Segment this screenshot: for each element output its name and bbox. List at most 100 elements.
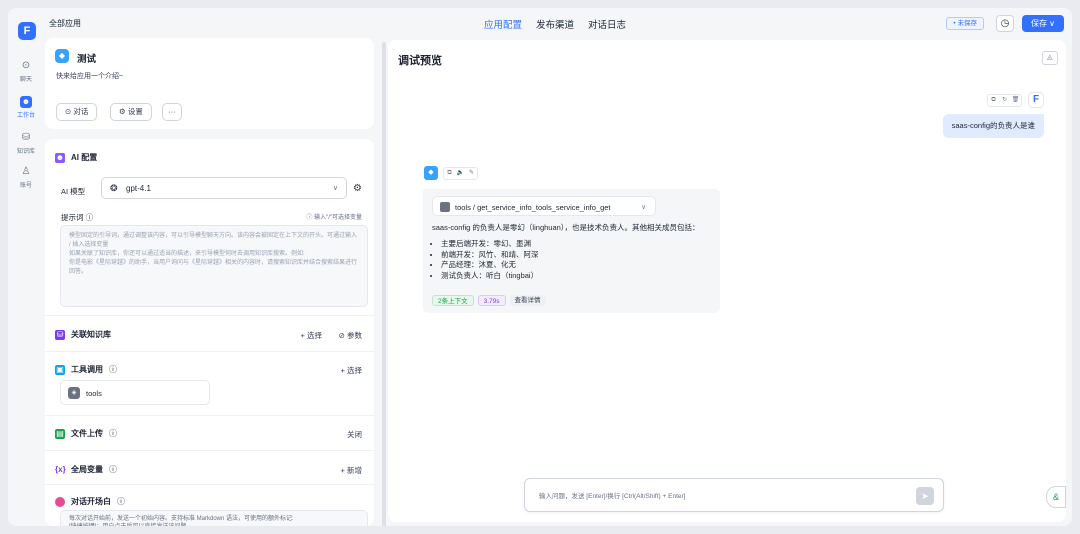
assistant-icon: &: [1052, 492, 1059, 502]
divider: [45, 484, 374, 485]
app-intro: 快来给应用一个介绍~: [56, 73, 124, 80]
debug-preview-panel: 调试预览 ◬ ⧉ ↻ 🗑 F saas-config的负责人是谁 ◆ ⧉ 🔈 ✎…: [388, 40, 1066, 522]
top-bar: 全部应用 应用配置 发布渠道 对话日志 • 未保存 ◷ 保存 ∨: [44, 8, 1072, 38]
variable-icon: {x}: [55, 464, 66, 475]
tab-publish[interactable]: 发布渠道: [536, 17, 574, 31]
user-message: saas-config的负责人是谁: [942, 114, 1044, 138]
nav-tabs: 应用配置 发布渠道 对话日志: [484, 17, 626, 31]
database-icon: ⛁: [21, 132, 31, 143]
model-label: AI 模型: [61, 187, 86, 196]
message-tags: 2条上下文 3.79s 查看详情: [432, 295, 546, 306]
prompt-label: 提示词 ⓘ: [61, 213, 94, 222]
tool-icon: ◈: [68, 387, 80, 399]
user-message-actions: ⧉ ↻ 🗑: [987, 94, 1022, 107]
robot-icon: ☻: [55, 152, 65, 163]
floating-assistant-button[interactable]: &: [1046, 486, 1066, 508]
chat-button[interactable]: ⊙ 对话: [56, 103, 98, 121]
rail-label: 账号: [19, 183, 32, 189]
kb-params-button[interactable]: ⊘ 参数: [339, 330, 362, 341]
preview-title: 调试预览: [398, 55, 442, 67]
delete-icon[interactable]: 🗑: [1010, 95, 1021, 106]
help-icon: ⓘ: [109, 465, 117, 474]
chevron-down-icon: ∨: [641, 204, 646, 211]
rail-label: 工作台: [16, 113, 35, 119]
copy-icon[interactable]: ⧉: [988, 95, 999, 106]
bot-avatar: ◆: [424, 166, 438, 180]
prompt-hint: ⓘ 输入"/"可选择变量: [306, 215, 362, 221]
send-button[interactable]: ➤: [916, 487, 934, 505]
ai-config-header: ☻ AI 配置: [55, 152, 98, 163]
help-icon: ⓘ: [109, 365, 117, 374]
divider: [45, 450, 374, 451]
tools-header: ▣ 工具调用 ⓘ: [55, 364, 117, 375]
rail-label: 聊天: [19, 77, 32, 83]
settings-button[interactable]: ⚙ 设置: [110, 103, 152, 121]
tool-call-name: tools / get_service_info_tools_service_i…: [455, 203, 611, 212]
edit-icon[interactable]: ✎: [466, 168, 477, 179]
model-settings-gear-icon[interactable]: ⚙: [353, 183, 362, 194]
left-rail: F ⊙ 聊天 ☻ 工作台 ⛁ 知识库 ♙ 账号: [8, 8, 44, 526]
duration-tag: 3.79s: [477, 295, 506, 306]
info-icon: ⓘ: [306, 215, 313, 221]
tab-app-config[interactable]: 应用配置: [484, 17, 522, 31]
app-info-card: ◆ 测试 快来给应用一个介绍~ ⊙ 对话 ⚙ 设置 ···: [45, 38, 374, 129]
chat-bubble-icon: ⊙: [65, 107, 72, 116]
details-tag[interactable]: 查看详情: [509, 295, 546, 306]
chevron-down-icon: ∨: [332, 185, 338, 192]
more-button[interactable]: ···: [162, 103, 182, 121]
speaker-icon[interactable]: 🔈: [455, 168, 466, 179]
answer-text: saas-config 的负责人是零幻（linghuan），也是技术负责人。其他…: [432, 222, 700, 281]
config-card: ☻ AI 配置 AI 模型 ❂ gpt-4.1 ∨ ⚙ 提示词 ⓘ ⓘ 输入"/…: [45, 139, 374, 526]
clock-icon: ◷: [1000, 18, 1010, 29]
rail-item-knowledge[interactable]: ⛁ 知识库: [8, 132, 44, 155]
user-icon: ♙: [21, 166, 31, 177]
tools-select-button[interactable]: + 选择: [341, 365, 362, 376]
tool-chip[interactable]: ◈ tools: [60, 380, 210, 405]
sliders-icon: ⊘: [338, 331, 345, 340]
app-logo[interactable]: F: [18, 22, 36, 40]
rail-item-chat[interactable]: ⊙ 聊天: [8, 60, 44, 83]
list-item: 前端开发：风竹、和靖、阿深: [441, 250, 700, 261]
user-avatar: F: [1028, 92, 1044, 108]
tool-call-dropdown[interactable]: tools / get_service_info_tools_service_i…: [432, 196, 656, 216]
chat-input[interactable]: [539, 489, 899, 503]
send-icon: ➤: [921, 491, 929, 501]
prompt-textarea[interactable]: 模型固定的引导词，通过调整该内容，可以引导模型聊天方向。该内容会被固定在上下文的…: [60, 225, 368, 307]
breadcrumb[interactable]: 全部应用: [49, 18, 81, 29]
panel-splitter[interactable]: [382, 42, 386, 526]
opening-textarea[interactable]: 每次对话开始前，发送一个初始内容。支持标准 Markdown 语法，可使用的额外…: [60, 510, 368, 526]
app-frame: F ⊙ 聊天 ☻ 工作台 ⛁ 知识库 ♙ 账号 全部应用 应用配置 发布渠道 对…: [8, 8, 1072, 526]
rail-item-account[interactable]: ♙ 账号: [8, 166, 44, 189]
database-icon: ⛁: [55, 329, 65, 340]
model-select[interactable]: ❂ gpt-4.1 ∨: [101, 177, 347, 199]
unsaved-badge: • 未保存: [946, 17, 984, 30]
history-button[interactable]: ◷: [996, 15, 1014, 32]
copy-icon[interactable]: ⧉: [444, 168, 455, 179]
app-name: 测试: [77, 54, 97, 65]
divider: [45, 315, 374, 316]
openai-icon: ❂: [110, 183, 118, 193]
tool-name: tools: [86, 389, 102, 398]
save-button[interactable]: 保存 ∨: [1022, 15, 1064, 32]
clear-chat-icon[interactable]: ◬: [1042, 51, 1058, 65]
bot-message-actions: ⧉ 🔈 ✎: [443, 167, 478, 180]
help-icon: ⓘ: [117, 497, 125, 506]
robot-icon: ☻: [20, 96, 32, 108]
file-upload-toggle[interactable]: 关闭: [347, 429, 362, 440]
add-variable-button[interactable]: + 新增: [341, 465, 362, 476]
app-icon: ◆: [55, 49, 69, 63]
rail-label: 知识库: [16, 149, 35, 155]
model-value: gpt-4.1: [126, 184, 151, 193]
file-icon: ▤: [55, 428, 65, 439]
kb-select-button[interactable]: + 选择: [301, 330, 322, 341]
tab-logs[interactable]: 对话日志: [588, 17, 626, 31]
divider: [45, 415, 374, 416]
help-icon: ⓘ: [85, 213, 94, 222]
context-tag[interactable]: 2条上下文: [432, 295, 474, 306]
rail-item-workbench[interactable]: ☻ 工作台: [8, 96, 44, 119]
refresh-icon[interactable]: ↻: [999, 95, 1010, 106]
opening-header: 对话开场白 ⓘ: [55, 496, 125, 507]
kb-header: ⛁ 关联知识库: [55, 329, 111, 340]
list-item: 测试负责人：听白（tingbai）: [441, 271, 700, 282]
list-item: 产品经理：沐夏、化无: [441, 260, 700, 271]
